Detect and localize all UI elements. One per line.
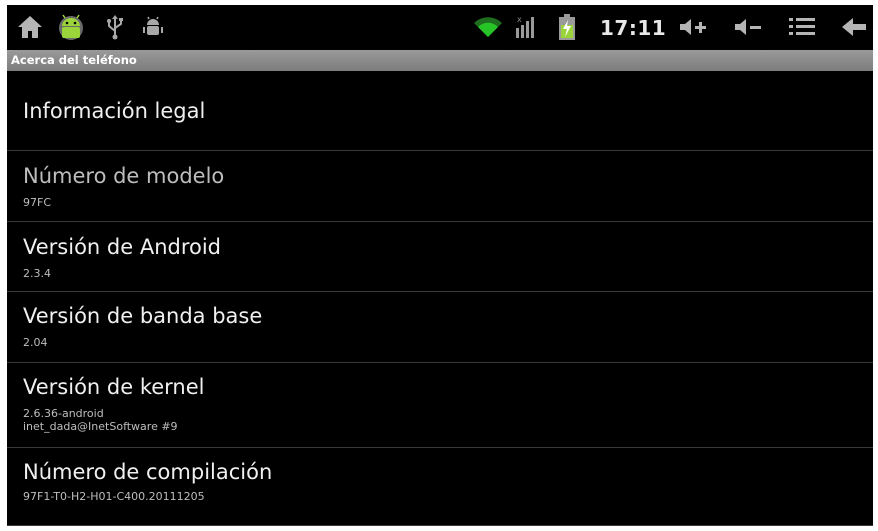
list-item-version-de-banda-base: Versión de banda base 2.04 <box>7 292 873 363</box>
android-robot-icon <box>53 13 89 41</box>
list-item-numero-de-modelo: Número de modelo 97FC <box>7 151 873 222</box>
list-item-value: 97FC <box>23 196 52 209</box>
list-item-title: Número de modelo <box>23 164 225 188</box>
svg-text:x: x <box>517 15 522 24</box>
android-screen: x 17:11 Acerca del teléfono Información … <box>7 5 873 526</box>
settings-list: Información legal Número de modelo 97FC … <box>7 71 873 526</box>
list-item-title: Versión de Android <box>23 235 222 259</box>
list-item-version-de-android: Versión de Android 2.3.4 <box>7 222 873 292</box>
home-icon[interactable] <box>15 13 45 41</box>
list-item-value: 2.04 <box>23 336 48 349</box>
list-item-version-de-kernel: Versión de kernel 2.6.36-android inet_da… <box>7 363 873 448</box>
list-item-value: 97F1-T0-H2-H01-C400.20111205 <box>23 490 205 503</box>
status-clock: 17:11 <box>600 16 667 40</box>
back-icon[interactable] <box>839 13 869 41</box>
status-bar: x 17:11 <box>7 5 873 50</box>
menu-icon[interactable] <box>786 13 818 41</box>
list-item-numero-de-compilacion: Número de compilación 97F1-T0-H2-H01-C40… <box>7 448 873 526</box>
volume-up-icon[interactable] <box>677 13 709 41</box>
wifi-icon <box>472 13 504 41</box>
list-item-value: inet_dada@InetSoftware #9 <box>23 420 178 433</box>
list-item-informacion-legal[interactable]: Información legal <box>7 71 873 151</box>
page-title: Acerca del teléfono <box>11 53 137 67</box>
list-item-title: Número de compilación <box>23 460 273 484</box>
list-item-title: Versión de banda base <box>23 304 263 328</box>
title-bar: Acerca del teléfono <box>7 50 873 71</box>
battery-charging-icon <box>556 13 578 41</box>
usb-icon <box>103 13 127 41</box>
list-item-value: 2.3.4 <box>23 267 51 280</box>
volume-down-icon[interactable] <box>732 13 764 41</box>
list-item-title: Información legal <box>23 99 206 123</box>
list-item-title: Versión de kernel <box>23 375 205 399</box>
debug-bug-icon <box>141 13 165 41</box>
list-item-value: 2.6.36-android <box>23 407 104 420</box>
signal-icon: x <box>513 13 539 41</box>
